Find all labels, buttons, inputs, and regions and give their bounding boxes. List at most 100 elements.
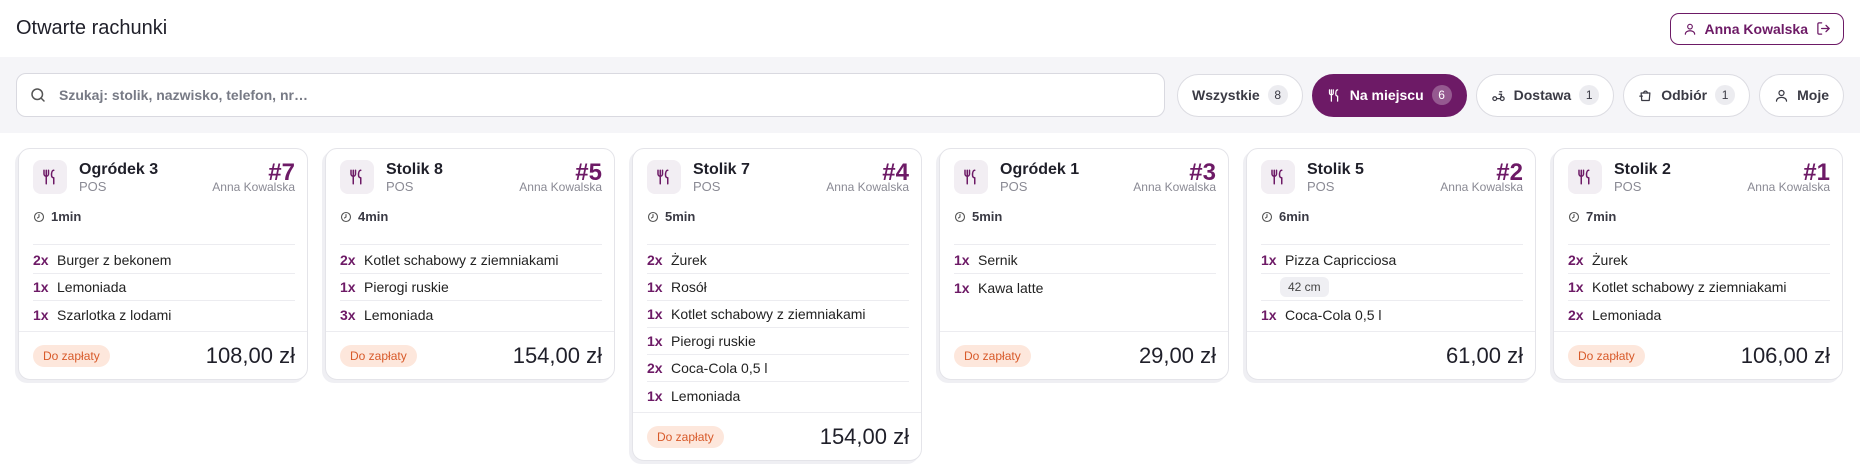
list-item: 1x Sernik [954, 247, 1216, 274]
order-card[interactable]: Stolik 7 POS #4 Anna Kowalska 5min 2x Żurek 1x R… [632, 148, 922, 461]
status-badge: Do zapłaty [647, 425, 724, 448]
list-item: 1x Kotlet schabowy z ziemniakami [647, 301, 909, 328]
filter-chip-4[interactable]: Moje [1759, 73, 1844, 117]
filter-chip-0[interactable]: Wszystkie 8 [1177, 73, 1303, 117]
item-quantity: 1x [33, 279, 49, 295]
search-box[interactable] [16, 73, 1165, 117]
order-card-footer: 61,00 zł [1247, 331, 1535, 379]
user-icon [1775, 89, 1788, 102]
top-bar: Otwarte rachunki Anna Kowalska [0, 0, 1860, 57]
waiter-name: Anna Kowalska [1440, 180, 1523, 194]
cutlery-icon [964, 169, 976, 185]
filter-label: Moje [1797, 87, 1829, 103]
table-name: Ogródek 1 [1000, 161, 1080, 178]
list-item: 2x Coca-Cola 0,5 l [647, 355, 909, 382]
order-items: 2x Żurek 1x Kotlet schabowy z ziemniakami 2x… [1568, 244, 1830, 328]
table-icon-box [33, 160, 67, 194]
order-card-header: Ogródek 1 POS #3 Anna Kowalska 5min [940, 149, 1228, 244]
waiter-name: Anna Kowalska [519, 180, 602, 194]
order-card-footer: Do zapłaty 154,00 zł [326, 331, 614, 379]
order-card[interactable]: Ogródek 3 POS #7 Anna Kowalska 1min 2x Burger … [18, 148, 308, 380]
table-name: Ogródek 3 [79, 161, 159, 178]
filter-count: 1 [1579, 85, 1600, 105]
table-name: Stolik 5 [1307, 161, 1364, 178]
order-card[interactable]: Stolik 2 POS #1 Anna Kowalska 7min 2x Żurek 1x K… [1553, 148, 1843, 380]
filter-label: Na miejscu [1349, 87, 1424, 103]
page-title: Otwarte rachunki [16, 17, 168, 39]
order-total: 106,00 zł [1740, 342, 1830, 368]
order-time: 5min [647, 209, 695, 224]
takeaway-icon [1639, 90, 1651, 101]
user-icon [1684, 23, 1695, 35]
clock-icon [1261, 211, 1273, 222]
scooter-icon [1491, 90, 1505, 101]
modifier-label: 42 cm [1280, 277, 1329, 297]
order-source: POS [1614, 179, 1642, 194]
user-name: Anna Kowalska [1704, 20, 1808, 37]
item-name: Kotlet schabowy z ziemniakami [671, 306, 866, 322]
cutlery-icon [350, 169, 362, 185]
item-quantity: 1x [647, 279, 663, 295]
item-quantity: 1x [647, 306, 663, 322]
order-items: 2x Kotlet schabowy z ziemniakami 1x Pierogi… [340, 244, 602, 328]
item-name: Żurek [671, 252, 707, 268]
filter-label: Odbiór [1661, 87, 1708, 103]
elapsed-time: 5min [972, 209, 1003, 224]
item-quantity: 1x [1261, 306, 1277, 323]
logout-icon [1817, 22, 1830, 35]
item-quantity: 2x [1568, 252, 1584, 268]
order-items: 2x Żurek 1x Rosół 1x Kotlet schabowy z ziemni… [647, 244, 909, 409]
item-name: Sernik [978, 252, 1018, 268]
filter-label: Dostawa [1513, 87, 1572, 103]
status-badge: Do zapłaty [1568, 344, 1645, 367]
order-time: 4min [340, 209, 388, 224]
order-time: 7min [1568, 209, 1616, 224]
user-logout-button[interactable]: Anna Kowalska [1669, 12, 1844, 45]
waiter-name: Anna Kowalska [212, 180, 295, 194]
order-card-header: Stolik 5 POS #2 Anna Kowalska 6min [1247, 149, 1535, 244]
order-total: 61,00 zł [1445, 342, 1523, 368]
list-item: 1x Pizza Capricciosa [1261, 247, 1523, 274]
item-name: Lemoniada [364, 306, 434, 323]
elapsed-time: 4min [358, 209, 389, 224]
cutlery-icon [1578, 169, 1590, 185]
elapsed-time: 1min [51, 209, 82, 224]
table-icon-box [340, 160, 374, 194]
table-name: Stolik 8 [386, 161, 443, 178]
clock-icon [33, 211, 45, 222]
order-card[interactable]: Stolik 8 POS #5 Anna Kowalska 4min 2x Kotlet s… [325, 148, 615, 380]
order-card-footer: Do zapłaty 29,00 zł [940, 331, 1228, 379]
order-card-header: Ogródek 3 POS #7 Anna Kowalska 1min [19, 149, 307, 244]
list-item: 1x Pierogi ruskie [340, 274, 602, 301]
table-icon-box [954, 160, 988, 194]
order-total: 108,00 zł [205, 342, 295, 368]
item-quantity: 2x [647, 252, 663, 268]
item-quantity: 1x [647, 333, 663, 349]
cutlery-icon [1328, 88, 1338, 102]
list-item: 1x Rosół [647, 274, 909, 301]
filter-chip-1[interactable]: Na miejscu 6 [1311, 73, 1467, 117]
order-card-footer: Do zapłaty 154,00 zł [633, 412, 921, 460]
list-item: 1x Lemoniada [647, 382, 909, 409]
list-item: 2x Kotlet schabowy z ziemniakami [340, 247, 602, 274]
elapsed-time: 6min [1279, 209, 1310, 224]
filter-count: 6 [1431, 85, 1452, 105]
order-card-header: Stolik 7 POS #4 Anna Kowalska 5min [633, 149, 921, 244]
filter-count: 1 [1715, 85, 1736, 105]
item-quantity: 1x [954, 279, 970, 296]
order-card-footer: Do zapłaty 106,00 zł [1554, 331, 1842, 379]
waiter-name: Anna Kowalska [1747, 180, 1830, 194]
item-quantity: 1x [1568, 279, 1584, 295]
search-input[interactable] [59, 87, 1152, 103]
order-source: POS [1307, 179, 1335, 194]
list-item: 1x Kotlet schabowy z ziemniakami [1568, 274, 1830, 301]
filter-chip-3[interactable]: Odbiór 1 [1623, 73, 1751, 117]
order-card[interactable]: Stolik 5 POS #2 Anna Kowalska 6min 1x Pizza Ca… [1246, 148, 1536, 380]
filter-chip-2[interactable]: Dostawa 1 [1475, 73, 1615, 117]
item-quantity: 1x [33, 306, 49, 323]
item-name: Coca-Cola 0,5 l [671, 360, 768, 376]
item-name: Pierogi ruskie [671, 333, 756, 349]
order-total: 154,00 zł [819, 423, 909, 449]
order-card[interactable]: Ogródek 1 POS #3 Anna Kowalska 5min 1x Sernik 1… [939, 148, 1229, 380]
clock-icon [1568, 211, 1580, 222]
